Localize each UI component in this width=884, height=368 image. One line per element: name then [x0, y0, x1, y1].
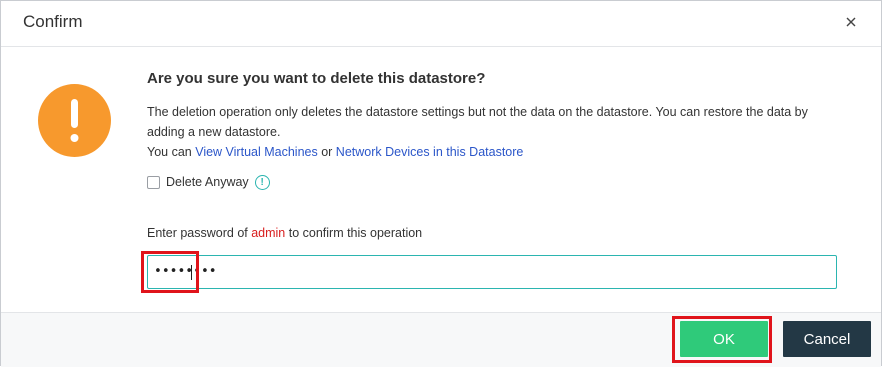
password-label-prefix: Enter password of — [147, 226, 252, 240]
dialog-body: Are you sure you want to delete this dat… — [1, 47, 881, 312]
links-prefix: You can — [147, 145, 196, 159]
password-user: admin — [251, 226, 286, 240]
view-virtual-machines-link[interactable]: View Virtual Machines — [195, 145, 318, 159]
password-label: Enter password of admin to confirm this … — [147, 226, 422, 240]
close-icon[interactable] — [843, 14, 859, 30]
delete-anyway-label[interactable]: Delete Anyway — [166, 175, 249, 189]
cancel-button[interactable]: Cancel — [783, 321, 871, 357]
dialog-footer: OK Cancel — [1, 312, 881, 367]
links-or: or — [317, 145, 336, 159]
password-label-suffix: to confirm this operation — [285, 226, 423, 240]
password-value: •••••••• — [154, 264, 217, 279]
text-caret — [191, 265, 192, 280]
delete-anyway-checkbox[interactable] — [147, 175, 160, 189]
ok-button[interactable]: OK — [680, 321, 768, 357]
network-devices-link[interactable]: Network Devices in this Datastore — [336, 145, 524, 159]
exclamation-icon — [38, 84, 111, 157]
dialog-header: Confirm — [1, 1, 881, 47]
confirm-dialog: Confirm Are you sure you want to delete … — [0, 0, 882, 367]
dialog-title: Confirm — [23, 12, 83, 31]
delete-anyway-row: Delete Anyway ! — [147, 174, 270, 190]
confirm-question: Are you sure you want to delete this dat… — [147, 70, 486, 87]
description: The deletion operation only deletes the … — [147, 102, 847, 162]
description-text: The deletion operation only deletes the … — [147, 105, 808, 139]
info-icon[interactable]: ! — [254, 174, 270, 190]
password-input[interactable]: •••••••• — [147, 255, 837, 289]
